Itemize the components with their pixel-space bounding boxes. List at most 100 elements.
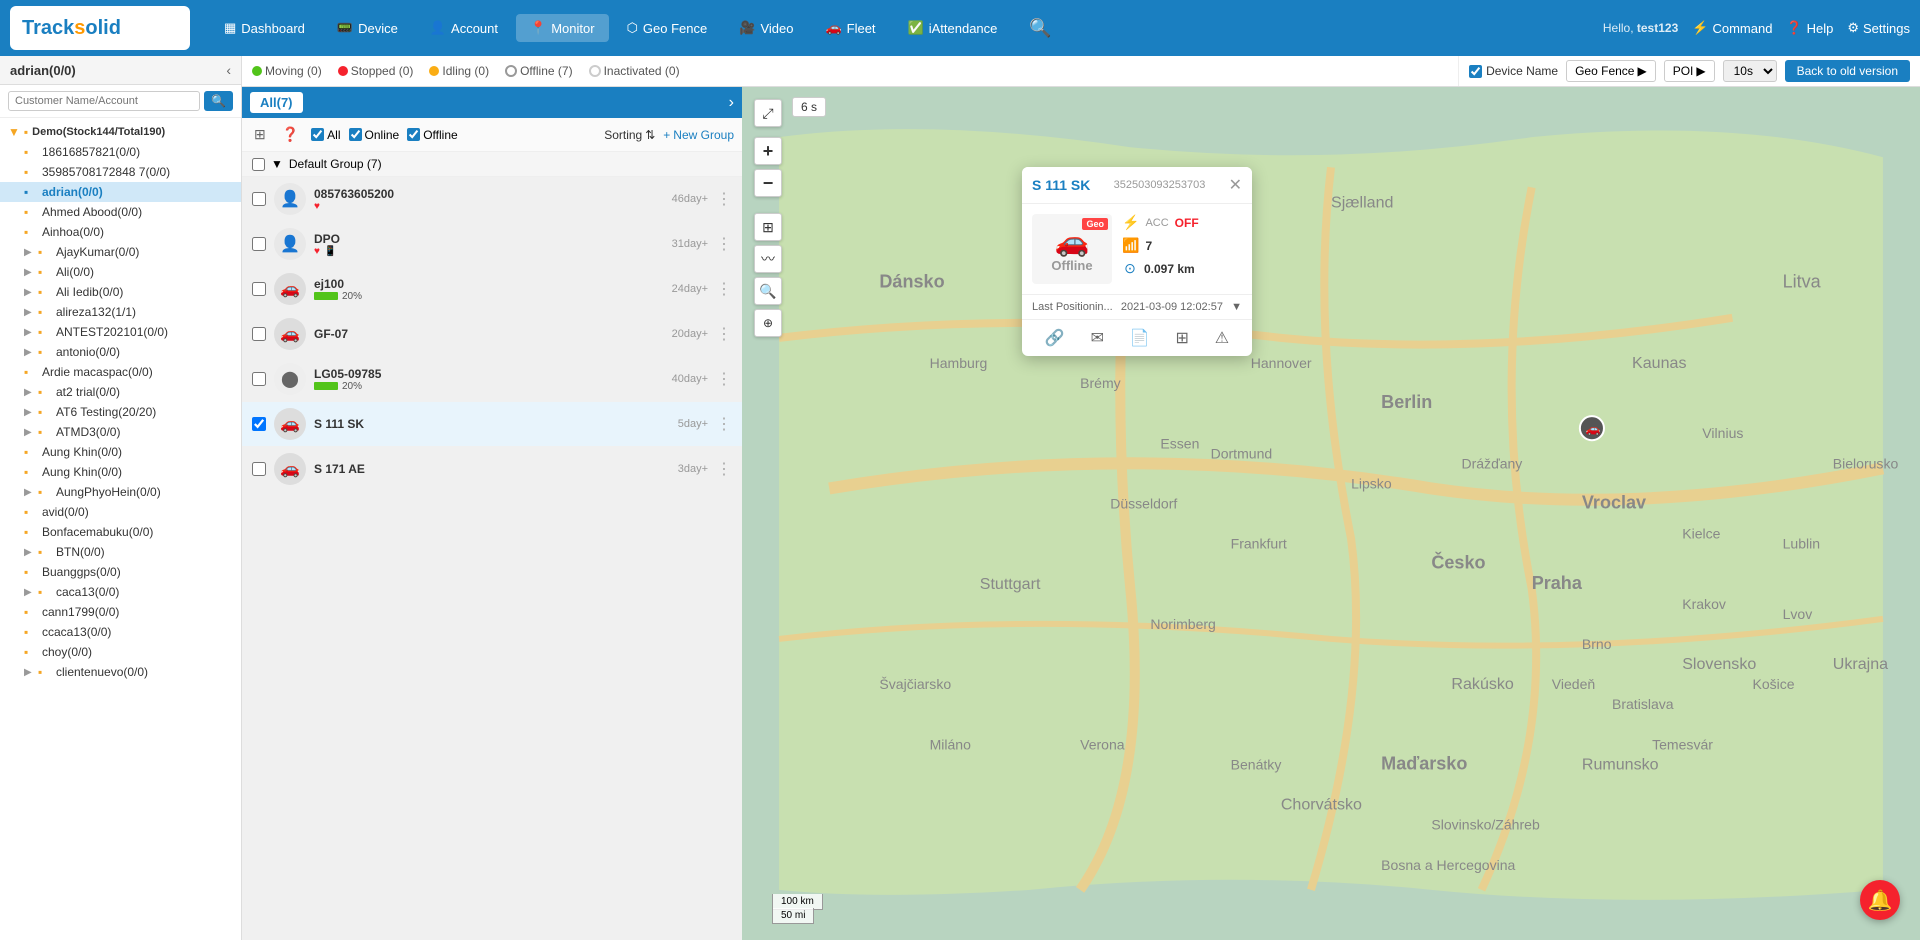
zoom-out-button[interactable]: − bbox=[754, 169, 782, 197]
device-name-checkbox-label[interactable]: Device Name bbox=[1469, 64, 1558, 78]
tree-item-aung-khin2[interactable]: ▪ Aung Khin(0/0) bbox=[0, 462, 241, 482]
popup-close-button[interactable]: ✕ bbox=[1229, 175, 1242, 195]
tree-item-ardie[interactable]: ▪ Ardie macaspac(0/0) bbox=[0, 362, 241, 382]
new-group-button[interactable]: + New Group bbox=[663, 128, 734, 142]
nav-video[interactable]: 🎥 Video bbox=[725, 14, 807, 42]
status-moving[interactable]: Moving (0) bbox=[252, 64, 322, 78]
device-checkbox[interactable] bbox=[252, 237, 266, 251]
last-pos-expand-icon[interactable]: ▼ bbox=[1231, 301, 1242, 313]
status-idling[interactable]: Idling (0) bbox=[429, 64, 489, 78]
help-btn[interactable]: ❓ Help bbox=[1786, 20, 1833, 36]
filter-online[interactable]: Online bbox=[349, 128, 400, 142]
back-old-version-button[interactable]: Back to old version bbox=[1785, 60, 1910, 82]
tree-item-18616857821[interactable]: ▪ 18616857821(0/0) bbox=[0, 142, 241, 162]
command-btn[interactable]: ⚡ Command bbox=[1692, 20, 1772, 36]
tree-item-choy[interactable]: ▪ choy(0/0) bbox=[0, 642, 241, 662]
device-checkbox[interactable] bbox=[252, 417, 266, 431]
status-offline[interactable]: Offline (7) bbox=[505, 64, 572, 78]
tree-item-avid[interactable]: ▪ avid(0/0) bbox=[0, 502, 241, 522]
zoom-in-button[interactable]: + bbox=[754, 137, 782, 165]
left-panel-toggle[interactable]: ‹ bbox=[226, 62, 231, 78]
nav-search[interactable]: 🔍 bbox=[1015, 12, 1065, 45]
tree-item-ainhoa[interactable]: ▪ Ainhoa(0/0) bbox=[0, 222, 241, 242]
filter-online-checkbox[interactable] bbox=[349, 128, 362, 141]
nav-iattendance[interactable]: ✅ iAttendance bbox=[894, 14, 1012, 42]
tree-item-antonio[interactable]: ▶ ▪ antonio(0/0) bbox=[0, 342, 241, 362]
help-icon-button[interactable]: ❓ bbox=[278, 124, 303, 145]
tree-item-ajay[interactable]: ▶ ▪ AjayKumar(0/0) bbox=[0, 242, 241, 262]
device-more-button[interactable]: ⋮ bbox=[716, 189, 732, 209]
tree-item-antest[interactable]: ▶ ▪ ANTEST202101(0/0) bbox=[0, 322, 241, 342]
settings-btn[interactable]: ⚙ Settings bbox=[1847, 20, 1910, 36]
status-inactivated[interactable]: Inactivated (0) bbox=[589, 64, 680, 78]
nav-account[interactable]: 👤 Account bbox=[416, 14, 512, 42]
device-name-checkbox[interactable] bbox=[1469, 65, 1482, 78]
tree-item-ali-iedib[interactable]: ▶ ▪ Ali Iedib(0/0) bbox=[0, 282, 241, 302]
tree-item-alireza[interactable]: ▶ ▪ alireza132(1/1) bbox=[0, 302, 241, 322]
popup-mail-button[interactable]: ✉ bbox=[1085, 326, 1110, 350]
tree-item-ccaca13[interactable]: ▪ ccaca13(0/0) bbox=[0, 622, 241, 642]
customer-search-input[interactable] bbox=[8, 91, 200, 111]
nav-dashboard[interactable]: ▦ Dashboard bbox=[210, 14, 319, 42]
customer-search-button[interactable]: 🔍 bbox=[204, 91, 233, 111]
device-checkbox[interactable] bbox=[252, 372, 266, 386]
device-checkbox[interactable] bbox=[252, 327, 266, 341]
all-count-badge[interactable]: All(7) bbox=[250, 92, 303, 113]
device-checkbox[interactable] bbox=[252, 462, 266, 476]
tree-item-bonfacemabuku[interactable]: ▪ Bonfacemabuku(0/0) bbox=[0, 522, 241, 542]
geo-fence-button[interactable]: Geo Fence ▶ bbox=[1566, 60, 1656, 82]
popup-grid-button[interactable]: ⊞ bbox=[1170, 326, 1195, 350]
tree-item-ahmed[interactable]: ▪ Ahmed Abood(0/0) bbox=[0, 202, 241, 222]
tree-item-aung-khin[interactable]: ▪ Aung Khin(0/0) bbox=[0, 442, 241, 462]
new-group-icon: + bbox=[663, 128, 670, 142]
popup-main: Geo 🚗 Offline ⚡ ACC OFF bbox=[1022, 204, 1252, 294]
user-icon: ▪ bbox=[24, 165, 38, 179]
notification-bell-button[interactable]: 🔔 bbox=[1860, 880, 1900, 920]
group-select-checkbox[interactable] bbox=[252, 158, 265, 171]
cluster-button[interactable]: ⊕ bbox=[754, 309, 782, 337]
nav-monitor[interactable]: 📍 Monitor bbox=[516, 14, 609, 42]
expand-icon-button[interactable]: ⊞ bbox=[250, 124, 270, 145]
device-more-button[interactable]: ⋮ bbox=[716, 414, 732, 434]
device-more-button[interactable]: ⋮ bbox=[716, 234, 732, 254]
device-checkbox[interactable] bbox=[252, 192, 266, 206]
tree-item-caca13[interactable]: ▶ ▪ caca13(0/0) bbox=[0, 582, 241, 602]
tree-item-atmd3[interactable]: ▶ ▪ ATMD3(0/0) bbox=[0, 422, 241, 442]
tree-item-buanggps[interactable]: ▪ Buanggps(0/0) bbox=[0, 562, 241, 582]
interval-select[interactable]: 10s30s60s bbox=[1723, 60, 1777, 82]
filter-all[interactable]: All bbox=[311, 128, 340, 142]
popup-link-button[interactable]: 🔗 bbox=[1039, 326, 1071, 350]
fullscreen-button[interactable]: ⤢ bbox=[754, 99, 782, 127]
device-more-button[interactable]: ⋮ bbox=[716, 279, 732, 299]
nav-geofence[interactable]: ⬡ Geo Fence bbox=[613, 14, 722, 42]
device-icon-car: 🚗 bbox=[274, 408, 306, 440]
path-button[interactable]: 〰 bbox=[754, 245, 782, 273]
tree-item-clientenuevo[interactable]: ▶ ▪ clientenuevo(0/0) bbox=[0, 662, 241, 682]
tree-item-aungphyo[interactable]: ▶ ▪ AungPhyoHein(0/0) bbox=[0, 482, 241, 502]
collapse-device-list-button[interactable]: › bbox=[729, 94, 734, 112]
filter-offline-checkbox[interactable] bbox=[407, 128, 420, 141]
popup-warning-button[interactable]: ⚠ bbox=[1209, 326, 1235, 350]
device-more-button[interactable]: ⋮ bbox=[716, 324, 732, 344]
tree-item-at2trial[interactable]: ▶ ▪ at2 trial(0/0) bbox=[0, 382, 241, 402]
status-stopped[interactable]: Stopped (0) bbox=[338, 64, 414, 78]
tree-item-btn[interactable]: ▶ ▪ BTN(0/0) bbox=[0, 542, 241, 562]
device-more-button[interactable]: ⋮ bbox=[716, 369, 732, 389]
filter-all-checkbox[interactable] bbox=[311, 128, 324, 141]
filter-offline[interactable]: Offline bbox=[407, 128, 457, 142]
device-more-button[interactable]: ⋮ bbox=[716, 459, 732, 479]
tree-item-35985708172[interactable]: ▪ 35985708172848 7(0/0) bbox=[0, 162, 241, 182]
nav-device[interactable]: 📟 Device bbox=[323, 14, 412, 42]
search-map-button[interactable]: 🔍 bbox=[754, 277, 782, 305]
layers-button[interactable]: ⊞ bbox=[754, 213, 782, 241]
popup-doc-button[interactable]: 📄 bbox=[1124, 326, 1156, 350]
tree-item-ali[interactable]: ▶ ▪ Ali(0/0) bbox=[0, 262, 241, 282]
tree-item-cann1799[interactable]: ▪ cann1799(0/0) bbox=[0, 602, 241, 622]
poi-button[interactable]: POI ▶ bbox=[1664, 60, 1715, 82]
tree-item-at6testing[interactable]: ▶ ▪ AT6 Testing(20/20) bbox=[0, 402, 241, 422]
tree-item-adrian[interactable]: ▪ adrian(0/0) bbox=[0, 182, 241, 202]
device-checkbox[interactable] bbox=[252, 282, 266, 296]
sorting-button[interactable]: Sorting ⇅ bbox=[604, 128, 655, 142]
nav-fleet[interactable]: 🚗 Fleet bbox=[811, 14, 889, 42]
demo-group-header[interactable]: ▼ ▪ Demo(Stock144/Total190) bbox=[0, 122, 241, 142]
